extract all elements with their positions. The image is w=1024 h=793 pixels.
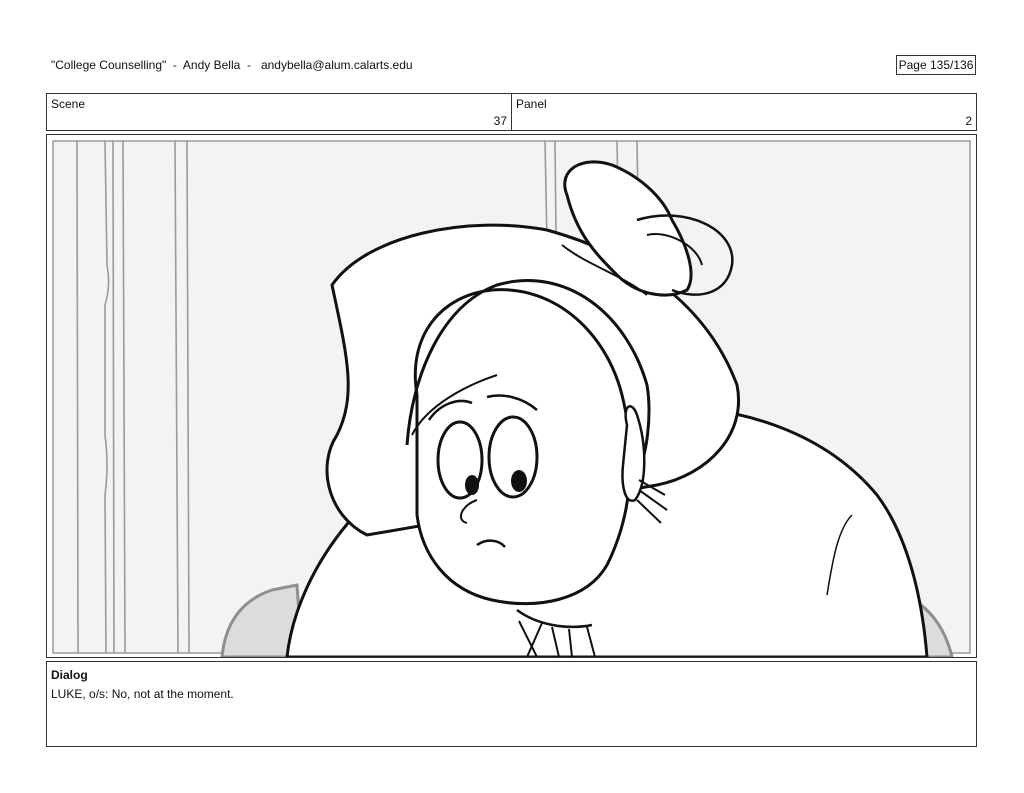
scene-label: Scene: [51, 97, 86, 111]
panel-label: Panel: [516, 97, 547, 111]
page-number: Page 135/136: [896, 55, 976, 75]
dialog-text: LUKE, o/s: No, not at the moment.: [51, 687, 234, 701]
storyboard-sketch: [47, 135, 976, 657]
panel-number: 2: [965, 114, 972, 128]
panel-field: Panel 2: [511, 93, 977, 131]
scene-field: Scene 37: [46, 93, 512, 131]
scene-number: 37: [493, 114, 507, 128]
dialog-label: Dialog: [51, 668, 88, 682]
storyboard-title: "College Counselling" - Andy Bella - and…: [51, 58, 413, 72]
dialog-field: Dialog LUKE, o/s: No, not at the moment.: [46, 661, 977, 747]
storyboard-frame: [46, 134, 977, 658]
